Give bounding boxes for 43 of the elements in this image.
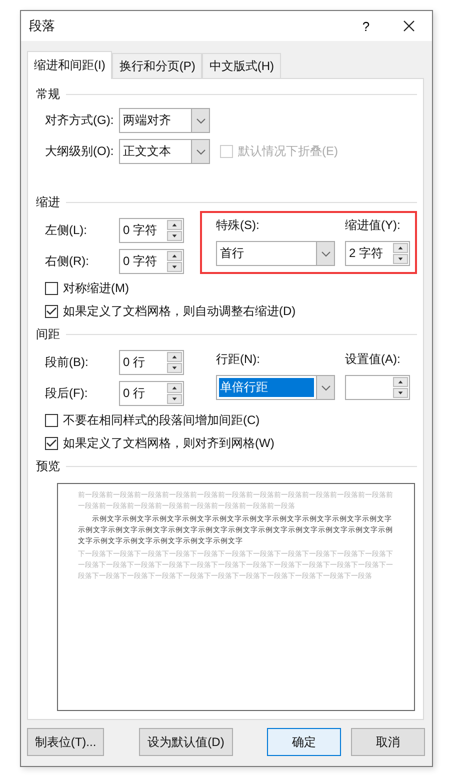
outline-level-dropdown[interactable]: 正文文本 [119,139,210,164]
field-label: 左侧(L): [44,222,88,239]
section-heading: 常规 [36,86,60,102]
section-heading: 间距 [36,326,60,342]
help-button[interactable]: ? [346,11,386,41]
checkmark-icon [46,307,57,316]
field-label: 右侧(R): [44,253,90,270]
space-before-spinner[interactable]: 0 行 [119,350,184,375]
close-icon [403,20,415,32]
checkbox[interactable]: 对称缩进(M) [36,277,417,300]
checkbox[interactable]: 不要在相同样式的段落间增加间距(C) [36,409,417,432]
field-label: 大纲级别(O): [44,143,115,160]
indent-by-spinner[interactable]: 2 字符 [345,241,410,266]
tab[interactable]: 换行和分页(P) [112,53,202,78]
section-heading: 缩进 [36,194,60,210]
dialog-button[interactable]: 设为默认值(D) [139,728,233,756]
line-spacing-dropdown[interactable]: 单倍行距 [216,375,335,400]
right-indent-spinner[interactable]: 0 字符 [119,249,184,274]
field-label: 对齐方式(G): [44,112,115,129]
field-label: 缩进值(Y): [345,217,402,233]
chevron-down-icon [196,148,206,154]
field-label: 行距(N): [216,351,261,367]
left-indent-spinner[interactable]: 0 字符 [119,218,184,243]
chevron-down-icon [320,384,330,390]
dialog-button[interactable]: 制表位(T)... [27,728,104,756]
section-heading: 预览 [36,458,60,474]
checkmark-icon [46,439,57,448]
field-label: 设置值(A): [345,351,402,367]
field-label: 段后(F): [44,385,89,402]
checkbox[interactable]: 如果定义了文档网格，则对齐到网格(W) [36,432,417,455]
ok-button[interactable]: 确定 [267,728,341,756]
checkbox[interactable]: 如果定义了文档网格，则自动调整右缩进(D) [36,300,417,323]
tab[interactable]: 中文版式(H) [202,53,281,78]
chevron-down-icon [320,250,330,256]
tab[interactable]: 缩进和间距(I) [27,51,112,79]
alignment-dropdown[interactable]: 两端对齐 [119,108,210,133]
field-label: 段前(B): [44,354,90,371]
window-title: 段落 [29,17,56,35]
special-indent-dropdown[interactable]: 首行 [216,241,335,266]
space-after-spinner[interactable]: 0 行 [119,381,184,406]
dialog-button[interactable]: 取消 [351,728,425,756]
field-label: 特殊(S): [216,217,260,233]
chevron-down-icon [196,118,206,124]
